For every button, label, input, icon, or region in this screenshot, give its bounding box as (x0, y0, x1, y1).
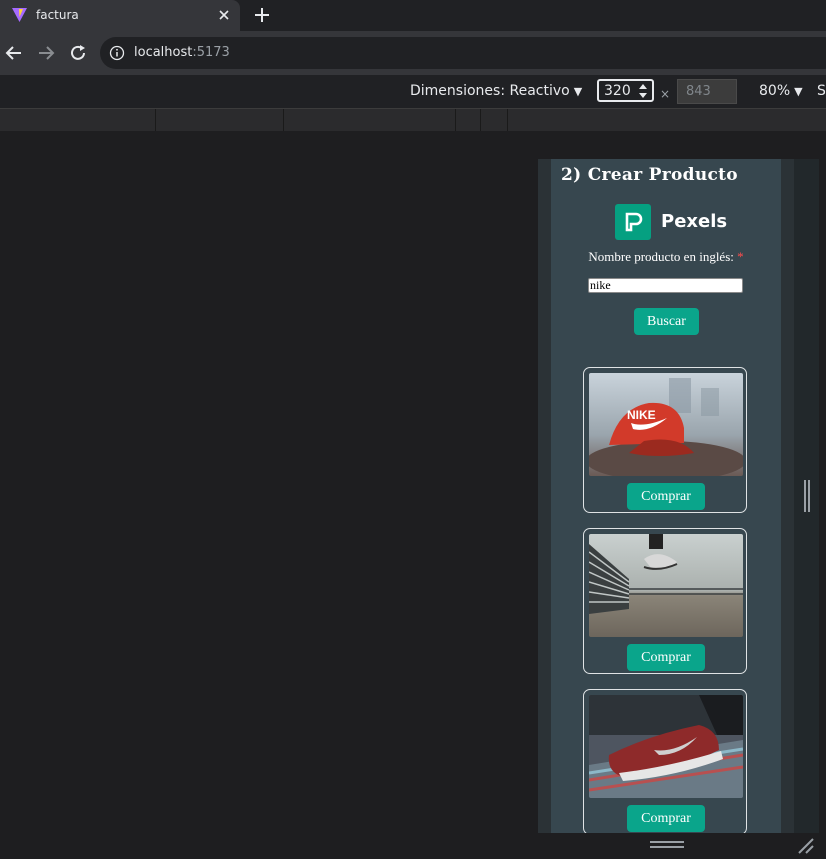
buy-button[interactable]: Comprar (627, 483, 705, 510)
browser-tab[interactable]: factura (0, 0, 240, 31)
width-input[interactable]: 320 (597, 79, 654, 102)
close-tab-icon[interactable] (216, 7, 232, 23)
jumping-sneakers-photo[interactable] (589, 534, 743, 637)
required-asterisk: * (737, 249, 744, 264)
address-bar[interactable]: localhost:5173 (100, 37, 826, 69)
info-icon[interactable] (109, 45, 125, 61)
media-query-ruler (0, 109, 826, 131)
tab-strip: factura (0, 0, 826, 31)
back-arrow-icon[interactable] (4, 43, 24, 63)
ruler-segment[interactable] (156, 109, 284, 131)
emulated-viewport-area: 2) Crear Producto Pexels Nombre producto… (0, 131, 826, 859)
result-card: NIKE Comprar (583, 367, 747, 513)
product-search-input[interactable] (588, 278, 743, 293)
forward-arrow-icon[interactable] (36, 43, 56, 63)
search-button[interactable]: Buscar (634, 308, 699, 335)
red-nike-cap-photo[interactable]: NIKE (589, 373, 743, 476)
product-name-label-text: Nombre producto en inglés: (588, 249, 734, 264)
corner-resize-handle-icon[interactable] (797, 837, 815, 855)
dimensions-label: Dimensiones: Reactivo (410, 83, 570, 99)
toolbar-overflow-text: S (817, 83, 826, 99)
ruler-segment[interactable] (456, 109, 481, 131)
red-nike-sneaker-photo[interactable] (589, 695, 743, 798)
dimensions-dropdown[interactable]: Dimensiones: Reactivo ▼ (410, 83, 582, 99)
caret-down-icon: ▼ (573, 85, 583, 98)
browser-toolbar: localhost:5173 (0, 31, 826, 75)
pexels-wordmark: Pexels (661, 211, 728, 232)
section-title: 2) Crear Producto (561, 165, 738, 185)
bottom-resize-handle-icon[interactable] (650, 840, 684, 850)
product-name-label: Nombre producto en inglés: * (551, 249, 781, 265)
height-placeholder: 843 (686, 84, 711, 99)
buy-button[interactable]: Comprar (627, 644, 705, 671)
ruler-segment[interactable] (284, 109, 456, 131)
buy-button[interactable]: Comprar (627, 805, 705, 832)
tab-title: factura (36, 8, 79, 22)
times-symbol: × (660, 87, 671, 101)
pexels-mark-icon (615, 204, 651, 240)
vite-logo-icon (12, 8, 27, 22)
ruler-segment[interactable] (0, 109, 156, 131)
create-product-card: 2) Crear Producto Pexels Nombre producto… (551, 159, 781, 833)
ruler-segment[interactable] (481, 109, 508, 131)
device-toolbar: Dimensiones: Reactivo ▼ 320 × 843 80% ▼ S (0, 75, 826, 109)
right-resize-handle-icon[interactable] (803, 480, 811, 512)
url-host: localhost (134, 45, 193, 60)
result-card: Comprar (583, 689, 747, 833)
reload-icon[interactable] (68, 43, 88, 63)
spinner-arrows-icon[interactable] (638, 83, 648, 99)
zoom-label: 80% (759, 83, 791, 99)
svg-text:NIKE: NIKE (627, 408, 656, 422)
height-input[interactable]: 843 (677, 79, 737, 104)
caret-down-icon: ▼ (794, 85, 803, 98)
device-frame: 2) Crear Producto Pexels Nombre producto… (538, 159, 819, 833)
new-tab-icon[interactable] (253, 6, 271, 24)
url-port: :5173 (192, 45, 230, 60)
zoom-dropdown[interactable]: 80% ▼ (759, 83, 803, 99)
pexels-logo: Pexels (615, 204, 735, 240)
width-value: 320 (604, 83, 631, 99)
url-text: localhost:5173 (134, 45, 230, 60)
result-card: Comprar (583, 528, 747, 674)
